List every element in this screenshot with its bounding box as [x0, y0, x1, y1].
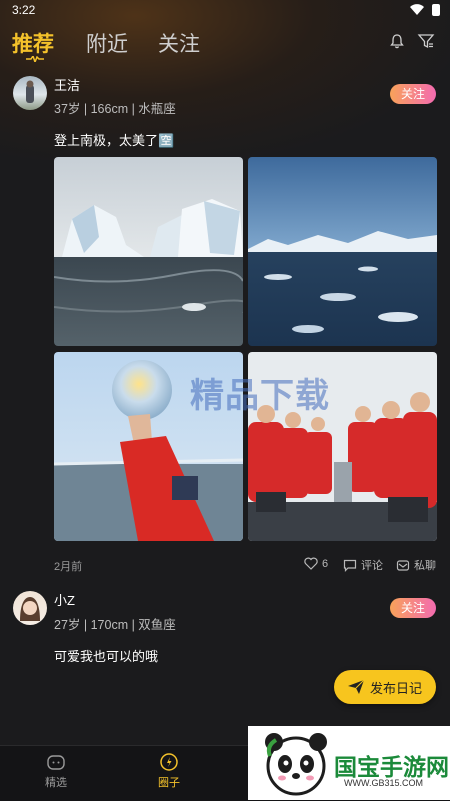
top-tabs: 推荐 附近 关注 [0, 22, 450, 66]
nav-circle[interactable]: 圈子 [144, 752, 194, 790]
post-date: 2月前 [54, 561, 83, 573]
status-bar: 3:22 [0, 0, 450, 20]
paper-plane-icon [347, 680, 364, 694]
follow-button[interactable]: 关注 [390, 84, 436, 104]
comment-button[interactable]: 评论 [343, 557, 383, 573]
follow-button[interactable]: 关注 [390, 598, 436, 618]
site-badge-title: 国宝手游网 [334, 754, 449, 780]
avatar-photo [20, 597, 40, 621]
avatar[interactable] [13, 76, 47, 110]
site-badge: 国宝手游网 WWW.GB315.COM [248, 726, 450, 800]
comment-label: 评论 [361, 560, 383, 572]
post-text: 登上南极，太美了🈳 [54, 133, 175, 148]
filter-icon[interactable] [417, 32, 435, 50]
publish-label: 发布日记 [369, 680, 422, 696]
message-label: 私聊 [414, 560, 436, 572]
like-count: 6 [322, 557, 329, 570]
nav-circle-label: 圈子 [158, 777, 180, 789]
status-time: 3:22 [12, 3, 36, 17]
tab-following[interactable]: 关注 [158, 28, 200, 58]
bell-icon[interactable] [388, 32, 406, 50]
panda-logo-icon [265, 733, 327, 796]
user-meta: 37岁 | 166cm | 水瓶座 [54, 102, 176, 116]
post-photo-icebergs[interactable] [54, 157, 243, 346]
post-text: 可爱我也可以的哦 [54, 649, 159, 664]
circle-icon [160, 753, 178, 771]
username[interactable]: 王洁 [54, 75, 80, 94]
comment-icon [343, 559, 357, 572]
tab-nearby[interactable]: 附近 [86, 28, 128, 58]
wifi-icon [410, 4, 424, 15]
private-message-button[interactable]: 私聊 [396, 557, 436, 573]
message-icon [396, 559, 410, 571]
publish-diary-button[interactable]: 发布日记 [334, 670, 436, 704]
username[interactable]: 小Z [54, 590, 75, 609]
nav-featured-label: 精选 [45, 777, 67, 789]
tab-recommend[interactable]: 推荐 [12, 28, 54, 58]
watermark-text: 精品下载 [190, 377, 330, 415]
user-meta: 27岁 | 170cm | 双鱼座 [54, 618, 176, 632]
like-button[interactable]: 6 [304, 557, 328, 570]
featured-icon [47, 755, 65, 770]
heart-icon [304, 557, 318, 570]
site-badge-url: WWW.GB315.COM [344, 778, 424, 788]
nav-featured[interactable]: 精选 [31, 752, 81, 790]
avatar-photo [26, 80, 34, 103]
tab-active-indicator [26, 56, 44, 62]
avatar[interactable] [13, 591, 47, 625]
battery-icon [432, 4, 440, 16]
post-photo-ice-sea[interactable] [248, 157, 437, 346]
